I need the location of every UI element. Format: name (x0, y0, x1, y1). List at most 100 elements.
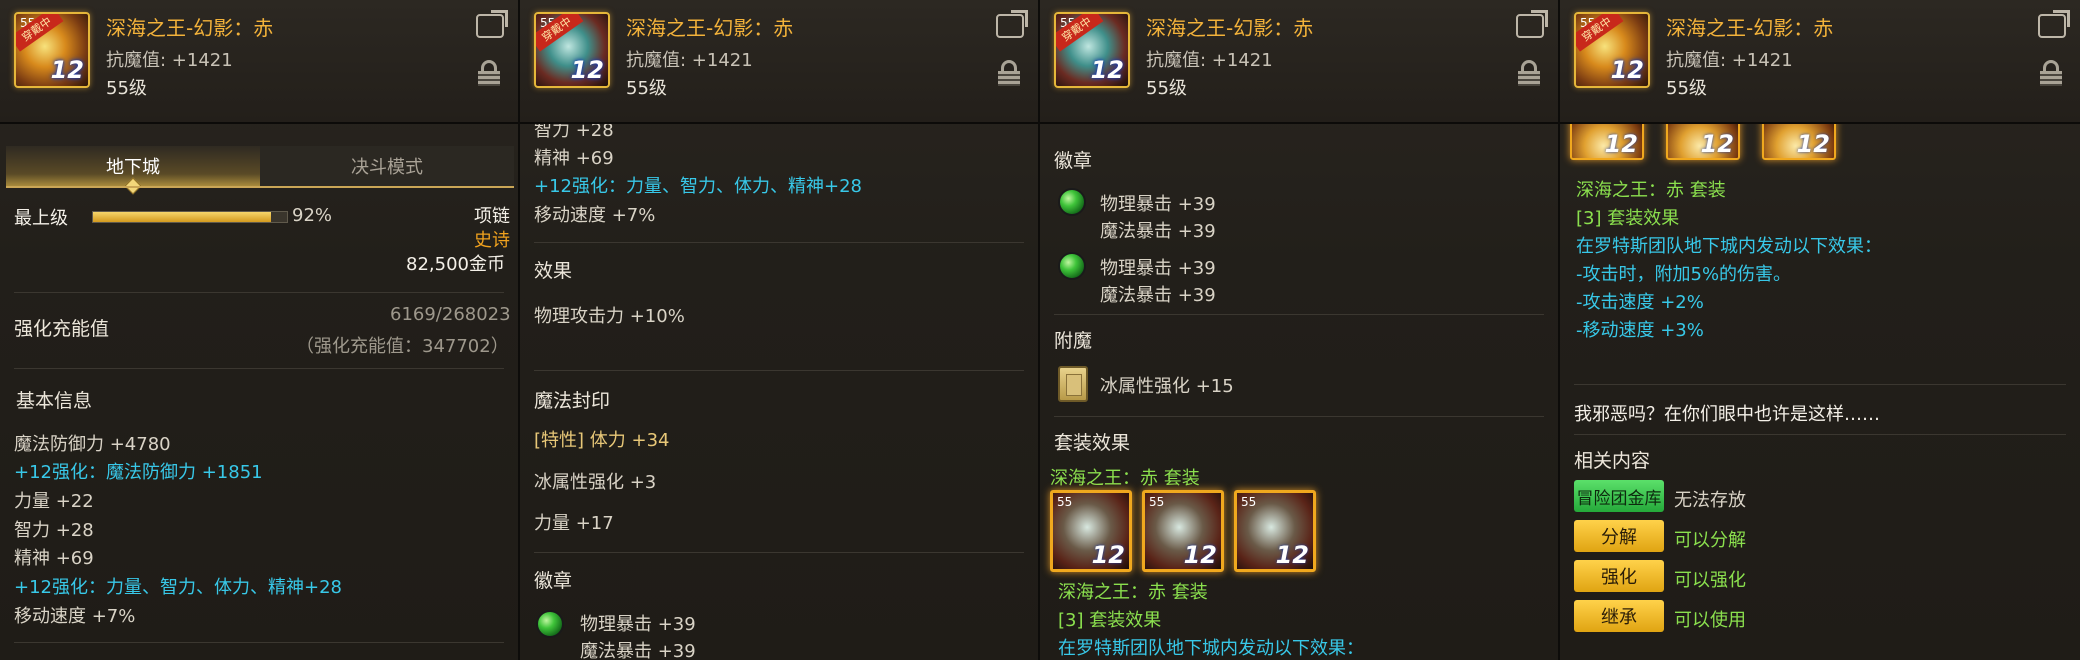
item-header: 55 穿戴中 12 深海之王-幻影：赤 抗魔值: +1421 55级 (1040, 0, 1558, 124)
set-effect-line: -移动速度 +3% (1576, 320, 1704, 341)
item-stat: 抗魔值: +1421 (1146, 50, 1273, 71)
item-header: 55 穿戴中 12 深海之王-幻影：赤 抗魔值: +1421 55级 (520, 0, 1038, 124)
emblem-stat: 魔法暴击 +39 (1100, 285, 1216, 306)
divider (14, 292, 504, 293)
item-icon-level: 12 (1796, 130, 1830, 158)
tooltip-panel-1: 55 穿戴中 12 深海之王-幻影：赤 抗魔值: +1421 55级 地下城 决… (0, 0, 520, 660)
emblem-stat: 魔法暴击 +39 (580, 641, 696, 660)
item-icon-level: 12 (1700, 130, 1734, 158)
item-icon-level: 12 (1604, 130, 1638, 158)
share-icon[interactable] (2038, 14, 2066, 38)
charge-sub: （强化充能值：347702） (296, 336, 509, 357)
stat-line: 移动速度 +7% (534, 205, 656, 226)
tooltip-panel-4: 55 穿戴中 12 深海之王-幻影：赤 抗魔值: +1421 55级 12 12… (1560, 0, 2080, 660)
flavor-text: 我邪恶吗？在你们眼中也许是这样…… (1574, 404, 1880, 425)
item-header: 55 穿戴中 12 深海之王-幻影：赤 抗魔值: +1421 55级 (1560, 0, 2080, 124)
set-piece-icon[interactable]: 55 12 (1050, 490, 1132, 572)
set-count: [3] 套装效果 (1058, 610, 1162, 631)
item-icon[interactable]: 55 穿戴中 12 (534, 12, 610, 88)
divider (534, 242, 1024, 243)
charge-label: 强化充能值 (14, 318, 110, 340)
action-status: 可以使用 (1674, 610, 1746, 631)
item-level: 55级 (1146, 78, 1187, 99)
action-status: 可以分解 (1674, 530, 1746, 551)
enchant-card-icon (1058, 366, 1088, 402)
emblem-title: 徽章 (534, 570, 573, 592)
set-name: 深海之王：赤 套装 (1050, 468, 1200, 489)
basic-info-title: 基本信息 (16, 390, 93, 412)
green-emblem-icon (1058, 188, 1086, 216)
basic-line: +12强化：魔法防御力 +1851 (14, 462, 263, 483)
disassemble-button[interactable]: 分解 (1574, 520, 1664, 552)
set-piece-icon[interactable]: 55 12 (1142, 490, 1224, 572)
basic-line: 魔法防御力 +4780 (14, 434, 171, 455)
item-stat: 抗魔值: +1421 (106, 50, 233, 71)
item-icon[interactable]: 55 穿戴中 12 (14, 12, 90, 88)
enchant-line: 冰属性强化 +15 (1100, 376, 1234, 397)
reinforce-button[interactable]: 强化 (1574, 560, 1664, 592)
tab-duel[interactable]: 决斗模式 (260, 146, 514, 186)
rarity-progress-bar (92, 211, 288, 223)
divider (1054, 416, 1544, 417)
seal-title: 魔法封印 (534, 390, 611, 412)
divider (1574, 434, 2066, 435)
item-name: 深海之王-幻影：赤 (106, 16, 274, 40)
divider (14, 642, 504, 643)
tooltip-body: 智力 +28 精神 +69 +12强化：力量、智力、体力、精神+28 移动速度 … (520, 124, 1038, 660)
effect-title: 效果 (534, 260, 573, 282)
item-stat: 抗魔值: +1421 (1666, 50, 1793, 71)
green-emblem-icon (536, 610, 564, 638)
divider (534, 370, 1024, 371)
item-level: 55级 (106, 78, 147, 99)
item-icon[interactable]: 55 穿戴中 12 (1054, 12, 1130, 88)
stat-line-partial: 智力 +28 (534, 124, 614, 141)
share-icon[interactable] (996, 14, 1024, 38)
green-emblem-icon (1058, 252, 1086, 280)
item-icon-level: 12 (1275, 541, 1309, 569)
set-piece-icon[interactable]: 12 (1762, 124, 1836, 160)
basic-line: +12强化：力量、智力、体力、精神+28 (14, 577, 342, 598)
tooltip-panel-3: 55 穿戴中 12 深海之王-幻影：赤 抗魔值: +1421 55级 徽章 物理… (1040, 0, 1560, 660)
set-piece-icon[interactable]: 12 (1666, 124, 1740, 160)
lock-icon[interactable] (2040, 60, 2062, 86)
divider (1574, 384, 2066, 385)
item-grade: 史诗 (474, 230, 510, 251)
mode-tabs: 地下城 决斗模式 (6, 146, 514, 186)
item-icon-level: 12 (1610, 56, 1644, 84)
lock-icon[interactable] (998, 60, 1020, 86)
share-icon[interactable] (476, 14, 504, 38)
stat-line: +12强化：力量、智力、体力、精神+28 (534, 176, 862, 197)
share-icon[interactable] (1516, 14, 1544, 38)
item-icon-level: 12 (1183, 541, 1217, 569)
inherit-button[interactable]: 继承 (1574, 600, 1664, 632)
set-piece-icon[interactable]: 55 12 (1234, 490, 1316, 572)
set-piece-icon[interactable]: 12 (1570, 124, 1644, 160)
item-name: 深海之王-幻影：赤 (1146, 16, 1314, 40)
emblem-stat: 魔法暴击 +39 (1100, 221, 1216, 242)
emblem-stat: 物理暴击 +39 (580, 614, 696, 635)
lock-icon[interactable] (478, 60, 500, 86)
item-icon-level: 12 (1091, 541, 1125, 569)
rarity-progress-text: 92% (292, 205, 333, 226)
tab-underline (6, 186, 514, 188)
item-icon-level: 12 (570, 56, 604, 84)
set-name: 深海之王：赤 套装 (1058, 582, 1208, 603)
emblem-stat: 物理暴击 +39 (1100, 258, 1216, 279)
set-desc: 在罗特斯团队地下城内发动以下效果： (1576, 236, 1882, 257)
tab-dungeon[interactable]: 地下城 (6, 146, 260, 186)
lock-icon[interactable] (1518, 60, 1540, 86)
divider (534, 552, 1024, 553)
basic-line: 智力 +28 (14, 520, 94, 541)
seal-line: 力量 +17 (534, 513, 614, 534)
item-stat: 抗魔值: +1421 (626, 50, 753, 71)
tooltip-body: 12 12 12 深海之王：赤 套装 [3] 套装效果 在罗特斯团队地下城内发动… (1560, 124, 2080, 660)
item-name: 深海之王-幻影：赤 (1666, 16, 1834, 40)
item-price: 82,500金币 (406, 254, 505, 275)
emblem-stat: 物理暴击 +39 (1100, 194, 1216, 215)
adventure-vault-button[interactable]: 冒险团金库 (1574, 480, 1664, 512)
item-icon-level: 12 (50, 56, 84, 84)
item-icon[interactable]: 55 穿戴中 12 (1574, 12, 1650, 88)
emblem-title: 徽章 (1054, 150, 1093, 172)
enchant-title: 附魔 (1054, 330, 1093, 352)
item-icon-corner: 55 (1241, 495, 1257, 509)
